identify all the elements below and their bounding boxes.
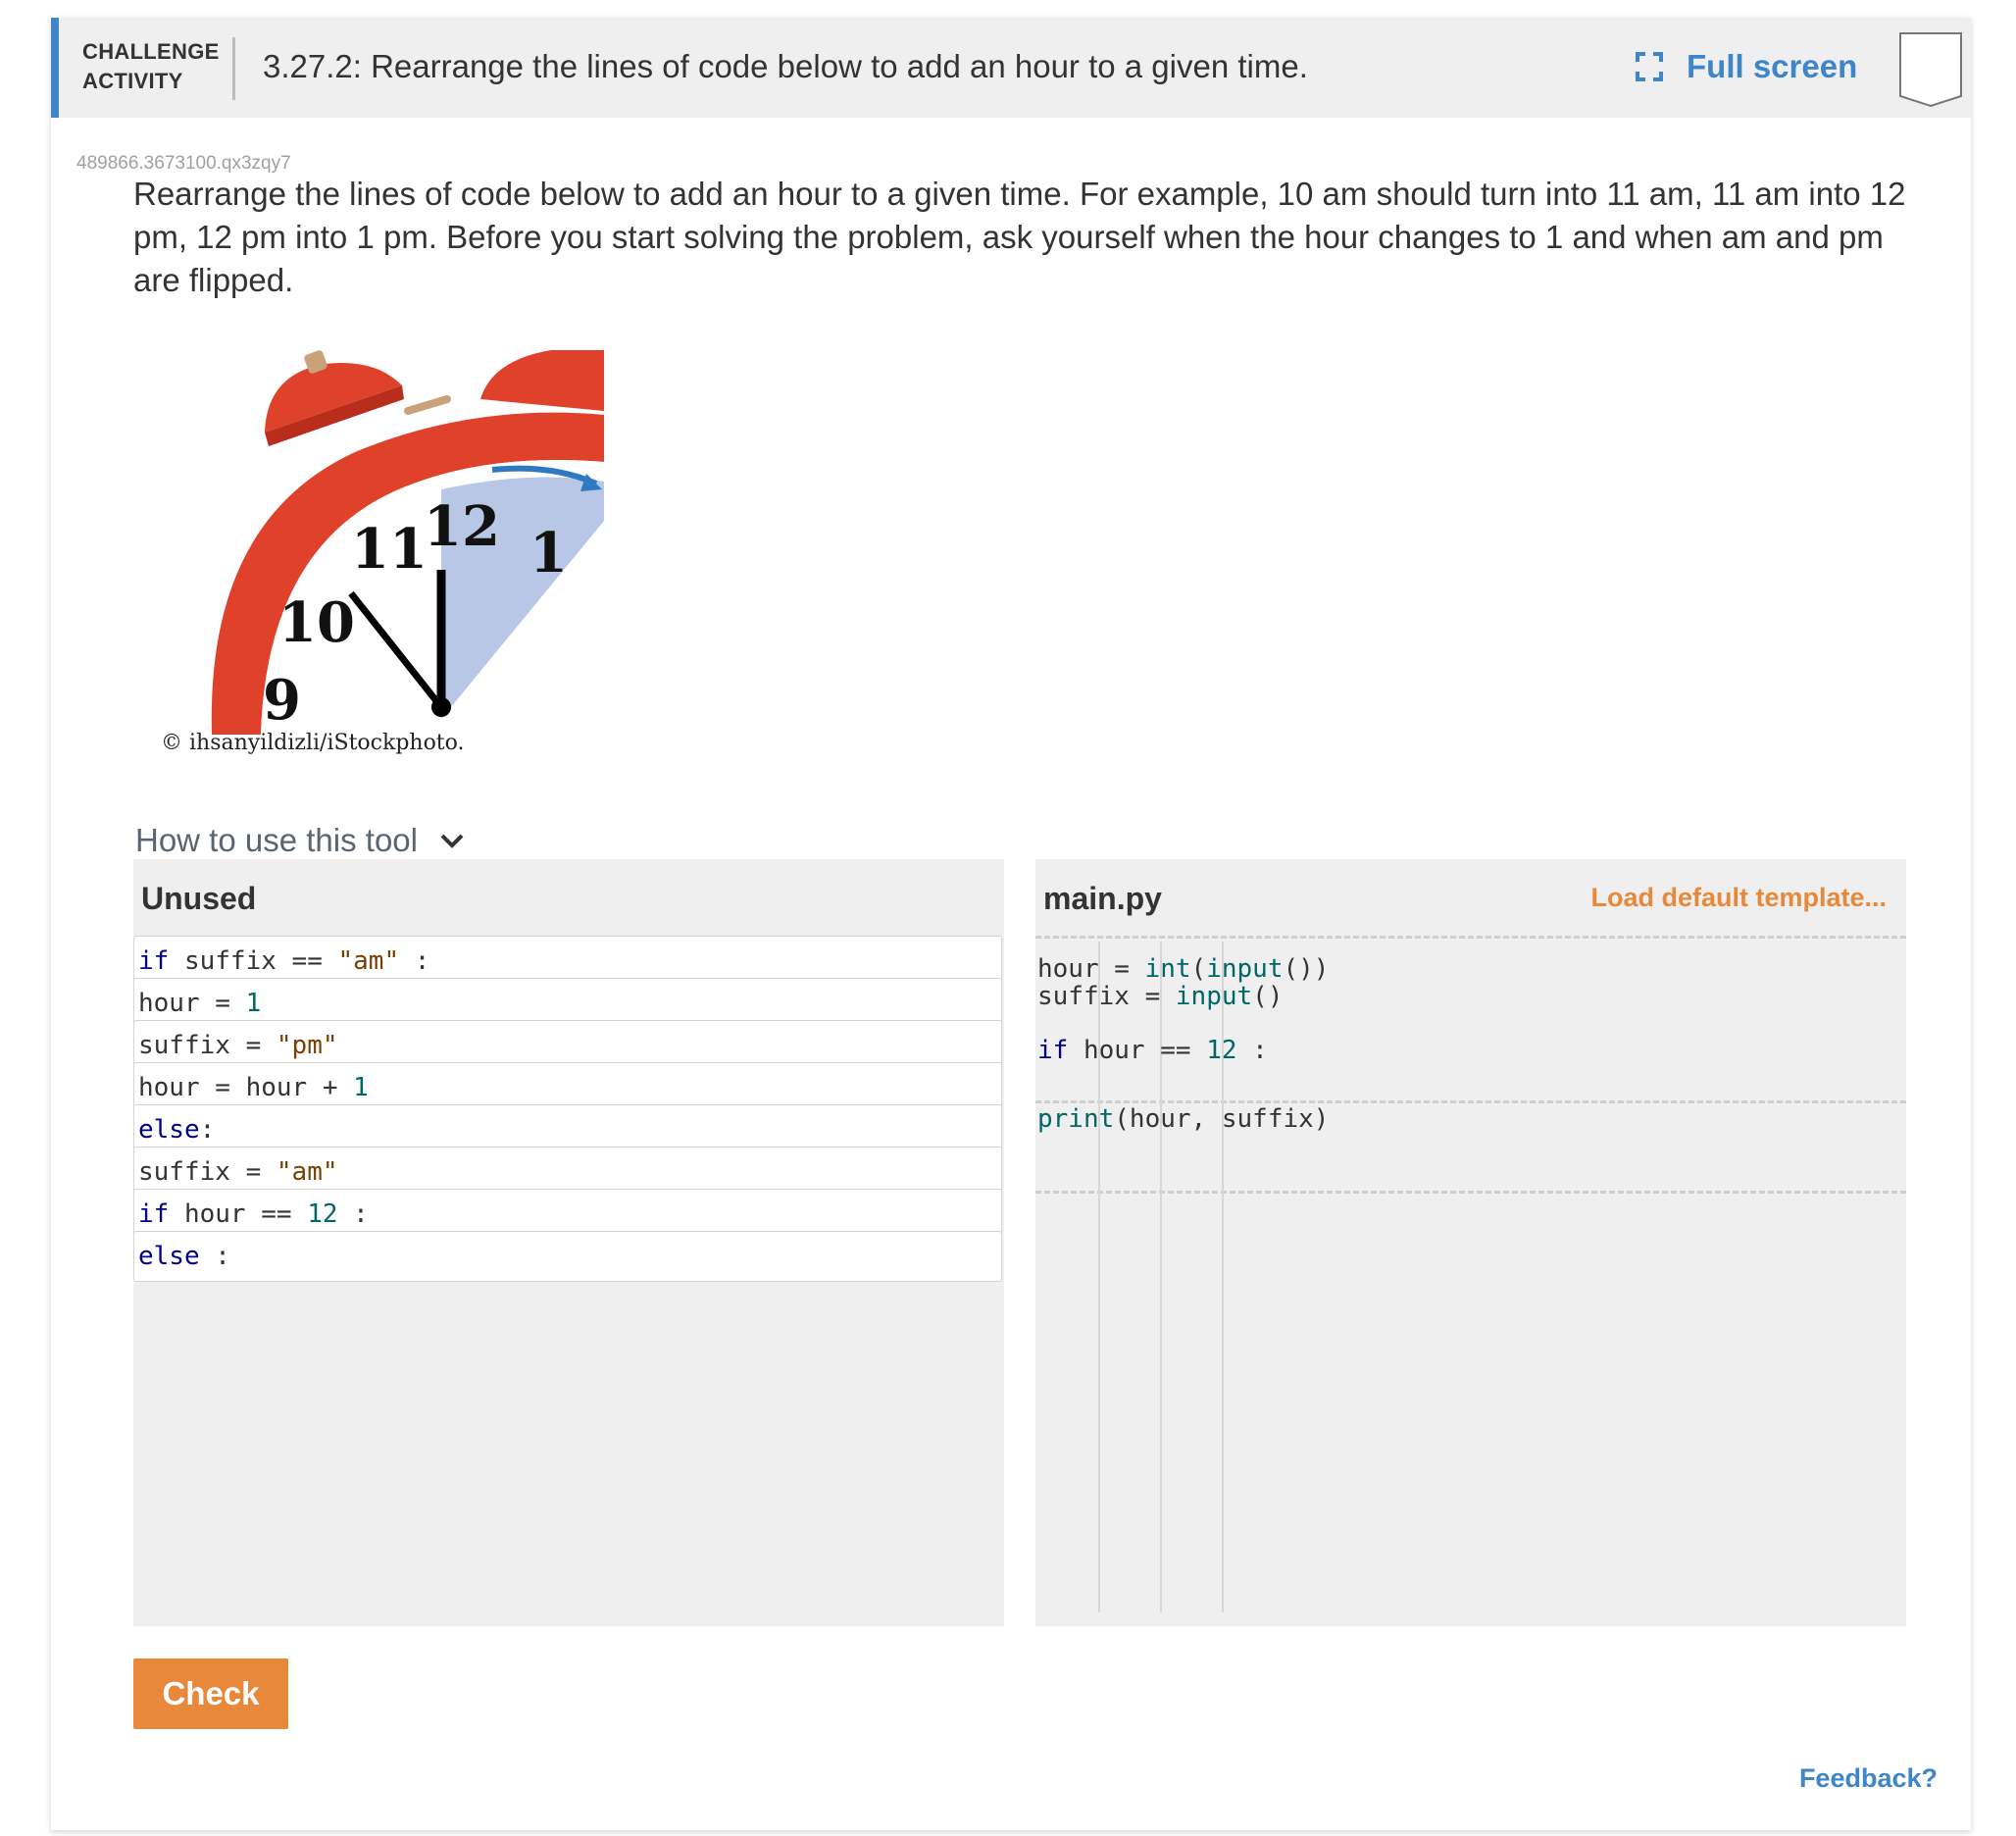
- code-token: "am": [337, 946, 400, 976]
- code-token: if: [1037, 1036, 1069, 1065]
- code-token: hour =: [138, 989, 246, 1018]
- load-default-template-link[interactable]: Load default template...: [1590, 883, 1887, 913]
- code-token: :: [199, 1242, 230, 1271]
- alarm-clock-illustration: 9 10 11 12 1: [211, 350, 604, 766]
- chevron-down-icon: [440, 834, 464, 848]
- how-to-use-label: How to use this tool: [135, 822, 418, 858]
- clock-number-11: 11: [351, 517, 428, 582]
- code-token: suffix =: [1037, 982, 1176, 1011]
- how-to-use-toggle[interactable]: How to use this tool: [135, 822, 465, 859]
- fullscreen-label: Full screen: [1687, 48, 1858, 84]
- clock-number-10: 10: [278, 590, 355, 655]
- clock-number-9: 9: [263, 668, 301, 733]
- code-token: hour ==: [1068, 1036, 1207, 1065]
- code-line[interactable]: print(hour, suffix): [1037, 1101, 1329, 1137]
- check-button[interactable]: Check: [133, 1658, 288, 1729]
- unused-title: Unused: [141, 881, 257, 916]
- code-line[interactable]: suffix = input(): [1037, 979, 1283, 1014]
- code-token: :: [337, 1199, 369, 1229]
- code-block[interactable]: else :: [133, 1231, 1002, 1282]
- code-token: else: [138, 1115, 200, 1145]
- code-token: input: [1175, 982, 1253, 1011]
- code-token: hour = hour +: [138, 1073, 354, 1102]
- challenge-activity-label: CHALLENGE ACTIVITY: [82, 37, 220, 96]
- clock-number-12: 12: [424, 494, 500, 559]
- code-token: 1: [353, 1073, 369, 1102]
- drop-divider: [1035, 936, 1906, 939]
- activity-header: CHALLENGE ACTIVITY 3.27.2: Rearrange the…: [51, 18, 1971, 118]
- challenge-activity-card: CHALLENGE ACTIVITY 3.27.2: Rearrange the…: [51, 18, 1971, 1830]
- alarm-clock-image: 9 10 11 12 1: [159, 344, 639, 766]
- code-token: "pm": [276, 1031, 338, 1060]
- label-line-2: ACTIVITY: [82, 69, 183, 93]
- unused-panel[interactable]: Unused if suffix == "am" : hour = 1 suffix…: [133, 859, 1004, 1626]
- code-token: :: [399, 946, 430, 976]
- main-py-title: main.py: [1043, 881, 1162, 916]
- code-token: (hour, suffix): [1114, 1104, 1330, 1134]
- code-token: if: [138, 946, 170, 976]
- feedback-link[interactable]: Feedback?: [1799, 1763, 1938, 1794]
- label-line-1: CHALLENGE: [82, 39, 220, 64]
- code-token: if: [138, 1199, 170, 1229]
- fullscreen-icon: [1636, 52, 1663, 81]
- code-token: hour ==: [169, 1199, 308, 1229]
- code-token: 12: [1206, 1036, 1237, 1065]
- bookmark-icon[interactable]: [1898, 31, 1963, 108]
- code-token: suffix ==: [169, 946, 338, 976]
- code-token: print: [1037, 1104, 1115, 1134]
- activity-id: 489866.3673100.qx3zqy7: [76, 153, 291, 174]
- image-credit: © ihsanyildizli/iStockphoto.: [161, 731, 465, 755]
- activity-title: 3.27.2: Rearrange the lines of code belo…: [263, 48, 1308, 84]
- code-token: (): [1252, 982, 1284, 1011]
- code-token: ()): [1283, 954, 1330, 984]
- code-token: else: [138, 1242, 200, 1271]
- main-py-panel[interactable]: main.py Load default template... hour = …: [1035, 859, 1906, 1626]
- code-token: :: [199, 1115, 216, 1145]
- clock-number-1: 1: [529, 521, 568, 586]
- drop-divider: [1035, 1191, 1906, 1194]
- code-token: suffix =: [138, 1031, 277, 1060]
- code-line[interactable]: if hour == 12 :: [1037, 1033, 1268, 1068]
- fullscreen-button[interactable]: Full screen: [1636, 48, 1857, 85]
- code-token: 1: [245, 989, 262, 1018]
- code-token: "am": [276, 1157, 338, 1187]
- header-divider: [232, 37, 235, 100]
- code-token: suffix =: [138, 1157, 277, 1187]
- activity-prompt: Rearrange the lines of code below to add…: [133, 176, 1906, 298]
- code-token: 12: [307, 1199, 338, 1229]
- code-token: :: [1236, 1036, 1268, 1065]
